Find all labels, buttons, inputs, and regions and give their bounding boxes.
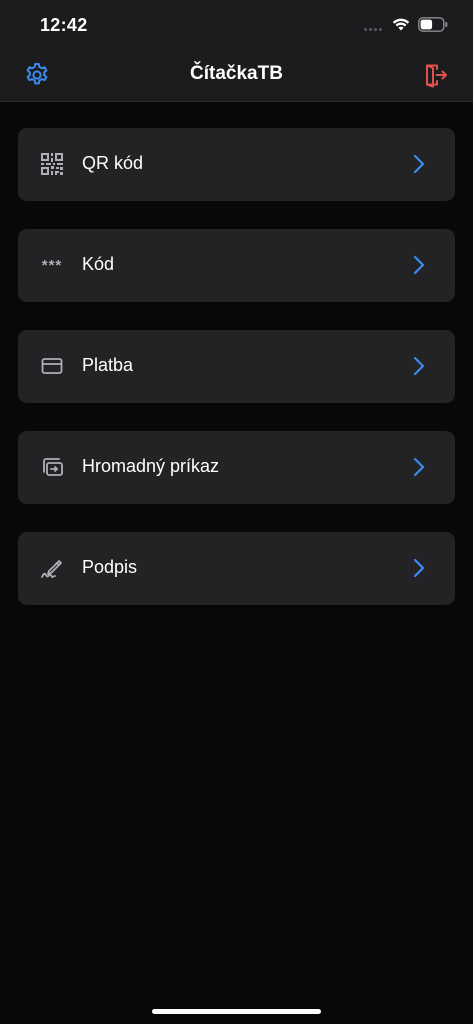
page-title: ČítačkaTB (190, 63, 283, 84)
chevron-right-icon (413, 154, 425, 174)
chevron-right-icon (413, 255, 425, 275)
menu-item-code[interactable]: *** Kód (18, 229, 455, 302)
logout-button[interactable] (422, 61, 450, 89)
logout-icon (426, 64, 447, 88)
menu-item-payment[interactable]: Platba (18, 330, 455, 403)
menu-item-label: Kód (82, 254, 115, 274)
chevron-right-icon (413, 558, 425, 578)
nav-bar: ČítačkaTB (0, 50, 473, 102)
home-indicator[interactable] (152, 1009, 321, 1014)
signature-icon (40, 556, 64, 580)
asterisks-icon: *** (41, 256, 63, 274)
battery-icon (418, 17, 448, 32)
wifi-icon (392, 18, 410, 31)
menu-item-batch-order[interactable]: Hromadný príkaz (18, 431, 455, 504)
menu-item-label: QR kód (82, 153, 144, 173)
menu-list: QR kód *** Kód Platba Hromadný príkaz Po… (18, 128, 455, 633)
card-icon (40, 354, 64, 378)
cellular-signal-icon (364, 28, 382, 31)
menu-item-label: Platba (82, 355, 134, 375)
screen: 12:42 ČítačkaTB QR kód *** Kód Platba Hr… (0, 0, 473, 1024)
chevron-right-icon (413, 356, 425, 376)
batch-transfer-icon (40, 455, 64, 479)
menu-item-signature[interactable]: Podpis (18, 532, 455, 605)
chevron-right-icon (413, 457, 425, 477)
qr-code-icon (40, 152, 64, 176)
menu-item-qr-code[interactable]: QR kód (18, 128, 455, 201)
menu-item-label: Podpis (82, 557, 138, 577)
status-bar: 12:42 (0, 0, 473, 50)
menu-item-label: Hromadný príkaz (82, 456, 220, 476)
status-time: 12:42 (40, 15, 88, 35)
